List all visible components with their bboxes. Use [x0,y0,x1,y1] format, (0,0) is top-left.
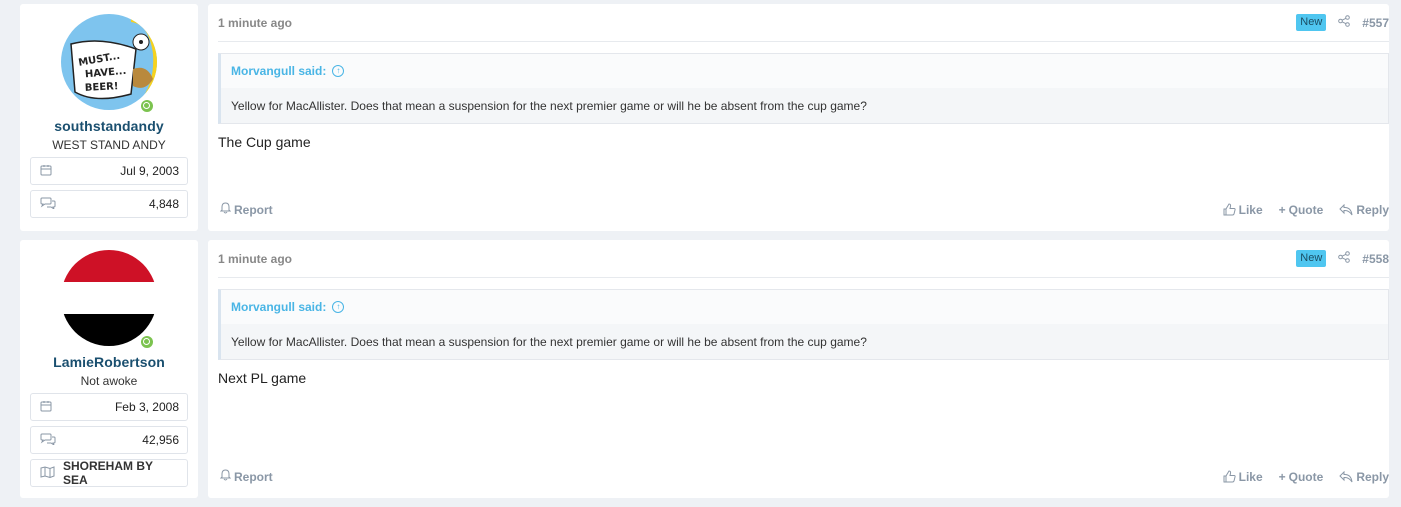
new-badge: New [1296,14,1327,31]
share-icon[interactable] [1338,15,1351,30]
quote-label: Quote [1288,469,1324,484]
online-indicator-icon [138,97,155,114]
user-title: WEST STAND ANDY [52,138,166,152]
quote-author[interactable]: Morvangull said: [231,300,326,314]
bell-icon [219,202,232,217]
thumbs-up-icon [1223,203,1236,216]
arrow-up-circle-icon[interactable]: ↑ [332,301,345,313]
reply-icon [1339,203,1353,216]
user-panel: MUST... HAVE... BEER! southstandandy WES… [20,4,198,231]
quote-header[interactable]: Morvangull said: ↑ [221,290,1388,324]
new-badge: New [1296,250,1327,267]
messages-stat: 42,956 [30,426,188,454]
like-label: Like [1238,469,1263,484]
blockquote: Morvangull said: ↑ Yellow for MacAlliste… [218,53,1389,124]
post-footer: Report Like + Quote Reply [219,202,1389,217]
post-time[interactable]: 1 minute ago [218,16,292,30]
report-button[interactable]: Report [219,469,273,484]
message-count: 42,956 [142,433,179,447]
reply-label: Reply [1356,202,1389,217]
reply-label: Reply [1356,469,1389,484]
post-number[interactable]: #558 [1362,252,1389,266]
calendar-icon [40,164,52,178]
post-message: The Cup game [218,134,311,150]
like-button[interactable]: Like [1223,203,1263,217]
joined-date: Jul 9, 2003 [120,164,179,178]
like-label: Like [1238,202,1263,217]
joined-date: Feb 3, 2008 [114,400,179,414]
username[interactable]: southstandandy [54,118,164,134]
report-label: Report [234,202,273,217]
post-body: 1 minute ago New #557 Morvangull said: ↑… [208,4,1389,231]
quote-button[interactable]: + Quote [1279,470,1324,484]
quote-label: Quote [1288,202,1324,217]
location-text[interactable]: SHOREHAM BY SEA [63,459,179,487]
post-message: Next PL game [218,370,307,386]
bell-icon [219,469,232,484]
comments-icon [40,433,56,447]
avatar-text-3: BEER! [85,81,119,94]
arrow-up-circle-icon[interactable]: ↑ [332,65,345,77]
user-title: Not awoke [80,374,138,388]
post-footer: Report Like + Quote Reply [219,469,1389,484]
username[interactable]: LamieRobertson [53,354,165,370]
message-count: 4,848 [148,197,179,211]
post-body: 1 minute ago New #558 Morvangull said: ↑… [208,240,1389,498]
user-panel: LamieRobertson Not awoke Feb 3, 2008 42,… [20,240,198,498]
joined-stat: Feb 3, 2008 [30,393,188,421]
thumbs-up-icon [1223,470,1236,483]
online-indicator-icon [138,333,155,350]
quote-author[interactable]: Morvangull said: [231,64,326,78]
post-header: 1 minute ago New #557 [218,4,1389,42]
quote-text: Yellow for MacAllister. Does that mean a… [221,324,1388,359]
quote-header[interactable]: Morvangull said: ↑ [221,54,1388,88]
plus-icon: + [1278,202,1286,217]
like-button[interactable]: Like [1223,470,1263,484]
avatar[interactable] [61,250,157,350]
comments-icon [40,197,56,211]
plus-icon: + [1278,469,1286,484]
report-label: Report [234,469,273,484]
reply-icon [1339,470,1353,483]
post-header: 1 minute ago New #558 [218,240,1389,278]
report-button[interactable]: Report [219,202,273,217]
reply-button[interactable]: Reply [1339,203,1389,217]
share-icon[interactable] [1338,251,1351,266]
post-number[interactable]: #557 [1362,16,1389,30]
quote-text: Yellow for MacAllister. Does that mean a… [221,88,1388,123]
quote-button[interactable]: + Quote [1279,203,1324,217]
avatar[interactable]: MUST... HAVE... BEER! [61,14,157,114]
messages-stat: 4,848 [30,190,188,218]
location-stat[interactable]: SHOREHAM BY SEA [30,459,188,487]
post-557: MUST... HAVE... BEER! southstandandy WES… [20,4,1401,231]
calendar-icon [40,400,52,414]
joined-stat: Jul 9, 2003 [30,157,188,185]
reply-button[interactable]: Reply [1339,470,1389,484]
post-time[interactable]: 1 minute ago [218,252,292,266]
blockquote: Morvangull said: ↑ Yellow for MacAlliste… [218,289,1389,360]
post-558: LamieRobertson Not awoke Feb 3, 2008 42,… [20,240,1401,498]
map-icon [40,466,55,480]
